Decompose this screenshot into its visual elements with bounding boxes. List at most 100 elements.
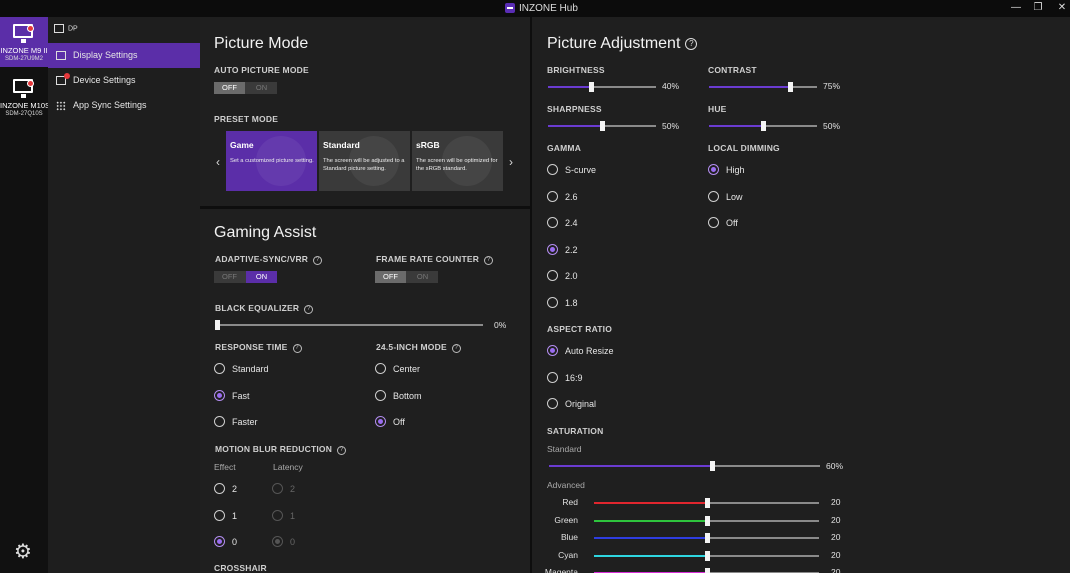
motion-blur-reduction-label: MOTION BLUR REDUCTION? <box>215 444 347 455</box>
radio-circle[interactable] <box>708 191 719 202</box>
help-icon[interactable]: ? <box>304 305 314 314</box>
slider-thumb[interactable] <box>705 516 710 526</box>
toggle-off[interactable]: OFF <box>214 271 245 283</box>
toggle-on[interactable]: ON <box>246 82 277 94</box>
help-icon[interactable]: ? <box>484 256 494 265</box>
slider-thumb[interactable] <box>710 461 715 471</box>
adaptive-sync-toggle[interactable]: OFF ON <box>214 271 277 283</box>
slider-thumb[interactable] <box>705 498 710 508</box>
radio-circle[interactable] <box>547 398 558 409</box>
help-icon[interactable]: ? <box>292 344 302 353</box>
frame-rate-counter-toggle[interactable]: OFF ON <box>375 271 438 283</box>
radio-circle[interactable] <box>547 217 558 228</box>
auto-picture-mode-toggle[interactable]: OFF ON <box>214 82 277 94</box>
radio-label: Off <box>726 218 738 228</box>
nav-item-display-settings[interactable]: Display Settings <box>48 43 200 68</box>
sharpness-slider[interactable] <box>548 121 656 131</box>
device-model: SDM-27U9M2 <box>4 56 43 62</box>
radio-circle[interactable] <box>214 483 225 494</box>
chevron-left-icon[interactable]: ‹ <box>216 155 220 169</box>
toggle-off[interactable]: OFF <box>214 82 245 94</box>
radio-circle[interactable] <box>375 363 386 374</box>
radio-label: Auto Resize <box>565 346 614 356</box>
gear-icon[interactable]: ⚙ <box>12 541 34 563</box>
chevron-right-icon[interactable]: › <box>509 155 513 169</box>
radio-label: 2.2 <box>565 245 578 255</box>
toggle-on[interactable]: ON <box>407 271 438 283</box>
slider-thumb[interactable] <box>589 82 594 92</box>
radio-circle[interactable] <box>547 345 558 356</box>
help-icon[interactable]: ? <box>313 256 323 265</box>
slider-track <box>215 324 483 326</box>
preset-card-standard[interactable]: Standard The screen will be adjusted to … <box>319 131 410 191</box>
toggle-on[interactable]: ON <box>246 271 277 283</box>
radio-circle[interactable] <box>547 244 558 255</box>
saturation-slider[interactable] <box>549 461 820 471</box>
local-dimming-label: LOCAL DIMMING <box>708 143 780 153</box>
minimize-button[interactable]: — <box>1006 1 1026 15</box>
device-item-m9ii[interactable]: INZONE M9 II SDM-27U9M2 <box>0 17 48 67</box>
slider-thumb[interactable] <box>600 121 605 131</box>
nav-item-device-settings[interactable]: Device Settings <box>48 68 200 93</box>
color-cyan-slider[interactable] <box>594 551 819 561</box>
slider-fill <box>709 125 763 127</box>
radio-circle[interactable] <box>547 270 558 281</box>
color-blue-label: Blue <box>560 532 578 542</box>
mbr-effect-label: Effect <box>214 462 236 472</box>
color-magenta-slider[interactable] <box>594 568 819 573</box>
radio-label: 2 <box>290 484 296 494</box>
help-icon[interactable]: ? <box>451 344 461 353</box>
black-equalizer-slider[interactable] <box>215 320 483 330</box>
radio-label: High <box>726 165 745 175</box>
color-green-slider[interactable] <box>594 516 819 526</box>
saturation-standard-label: Standard <box>547 444 582 454</box>
help-icon[interactable]: ? <box>337 446 347 455</box>
slider-thumb[interactable] <box>788 82 793 92</box>
radio-circle[interactable] <box>708 217 719 228</box>
radio-circle[interactable] <box>214 363 225 374</box>
radio-label: Fast <box>232 391 250 401</box>
response-time-label: RESPONSE TIME? <box>215 342 302 353</box>
slider-thumb[interactable] <box>705 568 710 573</box>
notification-dot-icon <box>27 80 34 87</box>
radio-circle[interactable] <box>547 372 558 383</box>
radio-circle[interactable] <box>214 536 225 547</box>
color-red-slider[interactable] <box>594 498 819 508</box>
restore-button[interactable]: ❐ <box>1028 1 1048 15</box>
brightness-slider[interactable] <box>548 82 656 92</box>
input-source[interactable]: DP <box>54 24 78 33</box>
preset-card-game[interactable]: Game Set a customized picture setting. <box>226 131 317 191</box>
radio-circle[interactable] <box>708 164 719 175</box>
window-title: INZONE Hub <box>519 3 578 14</box>
slider-thumb[interactable] <box>761 121 766 131</box>
color-blue-slider[interactable] <box>594 533 819 543</box>
crosshair-label: CROSSHAIR <box>214 563 267 573</box>
radio-circle[interactable] <box>547 164 558 175</box>
device-item-m10s[interactable]: INZONE M10S SDM-27Q10S <box>0 72 48 122</box>
radio-circle[interactable] <box>214 510 225 521</box>
right-panel <box>532 17 1070 573</box>
slider-thumb[interactable] <box>705 533 710 543</box>
radio-label: 1 <box>232 511 238 521</box>
radio-label: Standard <box>232 364 269 374</box>
close-button[interactable]: ✕ <box>1052 1 1070 15</box>
preset-card-srgb[interactable]: sRGB The screen will be optimized for th… <box>412 131 503 191</box>
display-icon <box>56 51 66 60</box>
radio-circle[interactable] <box>214 390 225 401</box>
radio-circle[interactable] <box>375 416 386 427</box>
hue-slider[interactable] <box>709 121 817 131</box>
radio-circle[interactable] <box>547 191 558 202</box>
contrast-slider[interactable] <box>709 82 817 92</box>
radio-circle[interactable] <box>214 416 225 427</box>
slider-thumb[interactable] <box>705 551 710 561</box>
adaptive-sync-label-text: ADAPTIVE-SYNC/VRR <box>215 254 309 264</box>
nav-item-app-sync-settings[interactable]: App Sync Settings <box>48 93 200 118</box>
help-icon[interactable]: ? <box>685 38 698 50</box>
slider-thumb[interactable] <box>215 320 220 330</box>
radio-circle[interactable] <box>547 297 558 308</box>
contrast-value: 75% <box>823 81 841 91</box>
mode-24-5-label: 24.5-INCH MODE? <box>376 342 461 353</box>
toggle-off[interactable]: OFF <box>375 271 406 283</box>
saturation-value: 60% <box>826 461 844 471</box>
radio-circle[interactable] <box>375 390 386 401</box>
